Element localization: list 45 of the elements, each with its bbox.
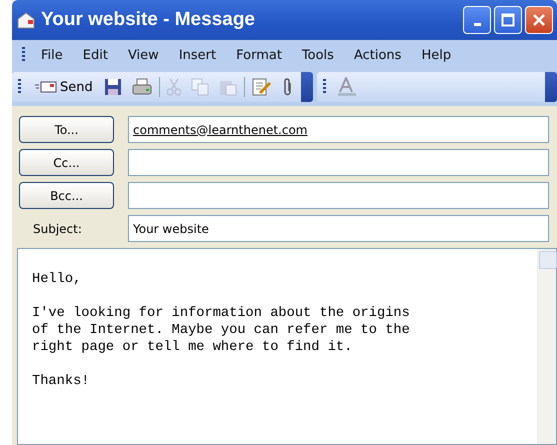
field-label: Subject: bbox=[32, 222, 83, 236]
message-body[interactable]: Hello, I've looking for information about the origins of the Internet. Maybe you can refer me to the right page or tell me where to find it. Thanks! bbox=[17, 248, 557, 445]
menu-item[interactable]: Edit bbox=[72, 48, 118, 62]
menu-item[interactable]: Help bbox=[411, 48, 462, 62]
input-field[interactable]: Your website bbox=[128, 215, 549, 242]
input-field[interactable] bbox=[128, 182, 549, 209]
minimize-icon bbox=[474, 22, 480, 26]
body-text: Hello, bbox=[32, 271, 82, 288]
pen-document-icon bbox=[252, 78, 272, 96]
minimize-button[interactable] bbox=[463, 6, 491, 34]
menu-item[interactable]: Actions bbox=[344, 48, 412, 62]
address-button[interactable]: To... bbox=[19, 116, 114, 143]
send-button[interactable]: Send bbox=[31, 80, 97, 94]
address-button[interactable]: Bcc... bbox=[19, 182, 114, 209]
paperclip-icon bbox=[282, 77, 294, 97]
scrollbar[interactable] bbox=[537, 249, 556, 444]
printer-icon bbox=[132, 78, 152, 96]
input-field[interactable]: comments@learnthenet.com bbox=[128, 116, 549, 143]
overflow-icon[interactable] bbox=[300, 72, 313, 102]
input-field[interactable] bbox=[128, 149, 549, 176]
font-color-icon[interactable] bbox=[336, 77, 358, 97]
body-text: of the Internet. Maybe you can refer me to the bbox=[32, 322, 411, 339]
menu-item[interactable]: Insert bbox=[168, 48, 226, 62]
grip-icon bbox=[322, 79, 326, 95]
scissors-icon bbox=[166, 78, 181, 96]
grip-icon bbox=[18, 79, 21, 95]
envelope-icon bbox=[16, 11, 36, 29]
close-icon bbox=[532, 13, 546, 27]
close-button[interactable] bbox=[525, 6, 553, 34]
envelope-icon bbox=[35, 81, 57, 93]
maximize-icon bbox=[501, 13, 515, 27]
body-text: right page or tell me where to find it. bbox=[32, 339, 354, 356]
maximize-button[interactable] bbox=[494, 6, 522, 34]
body-text: I've looking for information about the origins bbox=[32, 305, 411, 322]
menu-item[interactable]: Format bbox=[226, 48, 292, 62]
menu-item[interactable]: View bbox=[118, 48, 169, 62]
body-text: Thanks! bbox=[32, 373, 90, 390]
menu-item[interactable]: Tools bbox=[292, 48, 344, 62]
grip-icon bbox=[22, 47, 25, 63]
address-button[interactable]: Cc... bbox=[19, 149, 114, 176]
clipboard-icon bbox=[218, 78, 237, 96]
copy-icon bbox=[190, 78, 209, 96]
menu-item[interactable]: File bbox=[31, 48, 73, 62]
floppy-icon bbox=[104, 78, 122, 96]
window-title: Your website - Message bbox=[41, 9, 256, 31]
